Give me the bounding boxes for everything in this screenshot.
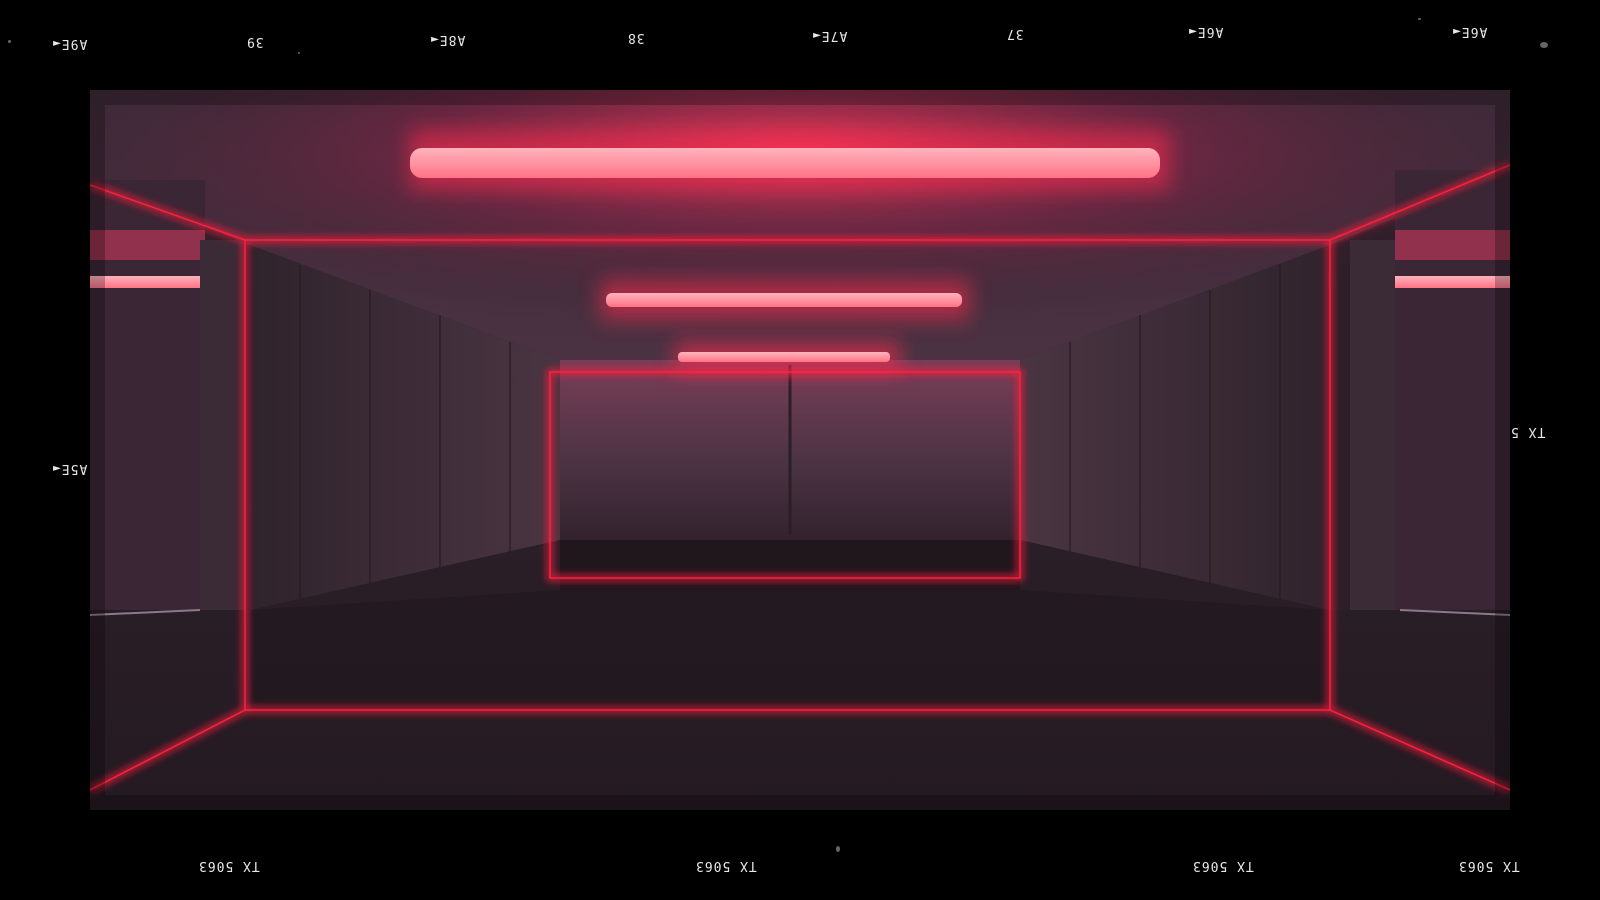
back-floor-shadow bbox=[560, 540, 1020, 590]
garage-scene bbox=[90, 90, 1510, 810]
edge-code-bottom-1: TX 5063 bbox=[198, 858, 260, 873]
film-dust bbox=[298, 52, 300, 54]
edge-code-right: TX 5 bbox=[1510, 424, 1546, 439]
edge-code-top-3: A8E◄ bbox=[430, 32, 466, 47]
edge-code-top-6: 37 bbox=[1006, 26, 1024, 41]
film-strip-frame: A9E◄ 39 A8E◄ 38 A7E◄ 37 A6E◄ A6E◄ A5E◄ T… bbox=[0, 0, 1600, 900]
edge-code-bottom-2: TX 5063 bbox=[695, 858, 757, 873]
edge-code-top-2: 39 bbox=[246, 34, 264, 49]
edge-code-top-5: A7E◄ bbox=[812, 28, 848, 43]
film-dust bbox=[836, 846, 840, 852]
film-dust bbox=[8, 40, 11, 43]
middle-light-tube bbox=[606, 293, 962, 307]
film-dust bbox=[1540, 42, 1548, 48]
edge-code-left: A5E◄ bbox=[52, 461, 88, 476]
left-bay-light-tube bbox=[90, 276, 205, 288]
right-bay-glow bbox=[1395, 230, 1510, 260]
rear-light-tube bbox=[678, 352, 890, 362]
edge-code-bottom-3: TX 5063 bbox=[1192, 858, 1254, 873]
left-bay-glow bbox=[90, 230, 205, 260]
edge-code-bottom-4: TX 5063 bbox=[1458, 858, 1520, 873]
edge-code-top-7: A6E◄ bbox=[1188, 24, 1224, 39]
edge-code-top-1: A9E◄ bbox=[52, 36, 88, 51]
edge-code-top-4: 38 bbox=[627, 30, 645, 45]
right-bay-light-tube bbox=[1395, 276, 1510, 288]
floor-shadow bbox=[250, 590, 1330, 710]
edge-code-top-8: A6E◄ bbox=[1452, 24, 1488, 39]
neon-garage-photo bbox=[90, 90, 1510, 810]
front-light-tube bbox=[410, 148, 1160, 178]
film-dust bbox=[1418, 18, 1421, 20]
